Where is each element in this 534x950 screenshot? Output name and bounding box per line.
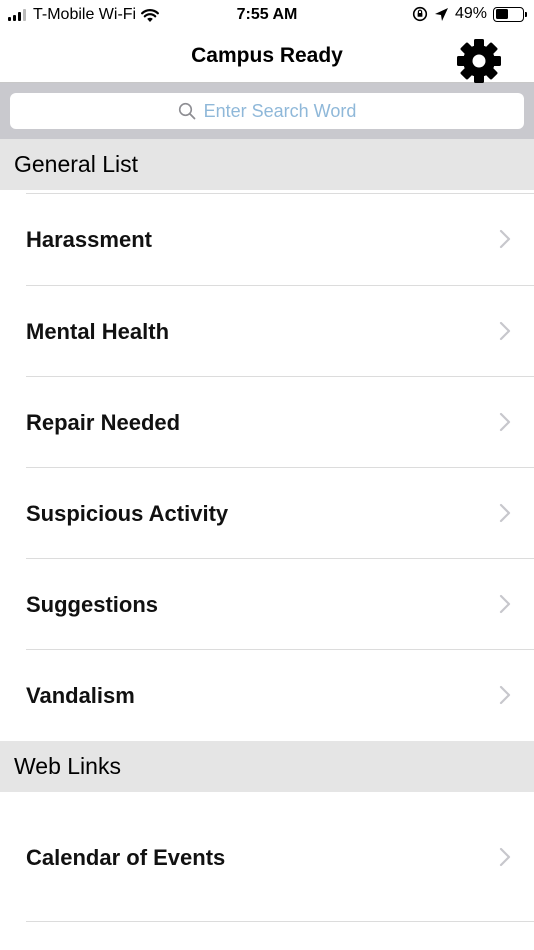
chevron-right-icon xyxy=(499,594,511,614)
section-header-general-list: General List xyxy=(0,139,534,190)
list-item-repair-needed[interactable]: Repair Needed xyxy=(0,377,534,468)
search-input[interactable]: Enter Search Word xyxy=(10,93,524,129)
chevron-right-icon xyxy=(499,229,511,249)
chevron-right-icon xyxy=(499,847,511,867)
location-arrow-icon xyxy=(434,7,448,21)
list-item-label: Mental Health xyxy=(26,318,170,344)
chevron-right-icon xyxy=(499,685,511,705)
list-item-label: Suspicious Activity xyxy=(26,500,229,526)
list-item-label: Repair Needed xyxy=(26,409,181,435)
list-item-label: Suggestions xyxy=(26,591,159,617)
search-icon xyxy=(178,102,196,120)
list-separator xyxy=(26,921,534,922)
list-item-label: Calendar of Events xyxy=(26,844,226,870)
list-item-label: Vandalism xyxy=(26,682,135,708)
list-item-harassment[interactable]: Harassment xyxy=(0,194,534,285)
chevron-right-icon xyxy=(499,321,511,341)
settings-button[interactable] xyxy=(455,37,503,85)
navigation-bar: Campus Ready xyxy=(0,32,534,83)
battery-fill xyxy=(495,9,509,19)
chevron-right-icon xyxy=(499,503,511,523)
status-right: 49% xyxy=(412,5,527,23)
gear-icon xyxy=(457,39,501,83)
search-placeholder: Enter Search Word xyxy=(203,100,357,121)
search-bar-container: Enter Search Word xyxy=(0,83,534,139)
section-header-web-links: Web Links xyxy=(0,741,534,792)
list-item-vandalism[interactable]: Vandalism xyxy=(0,650,534,741)
list-item-suggestions[interactable]: Suggestions xyxy=(0,559,534,650)
list-item-mental-health[interactable]: Mental Health xyxy=(0,286,534,377)
page-title: Campus Ready xyxy=(191,44,343,67)
battery-percent: 49% xyxy=(454,5,487,22)
orientation-lock-icon xyxy=(412,6,428,22)
battery-icon xyxy=(493,6,527,22)
status-bar: T-Mobile Wi-Fi 7:55 AM 49% xyxy=(0,0,534,32)
list-item-calendar-of-events[interactable]: Calendar of Events xyxy=(0,812,534,903)
list-item-label: Harassment xyxy=(26,226,152,252)
chevron-right-icon xyxy=(499,412,511,432)
list-item-suspicious-activity[interactable]: Suspicious Activity xyxy=(0,468,534,559)
